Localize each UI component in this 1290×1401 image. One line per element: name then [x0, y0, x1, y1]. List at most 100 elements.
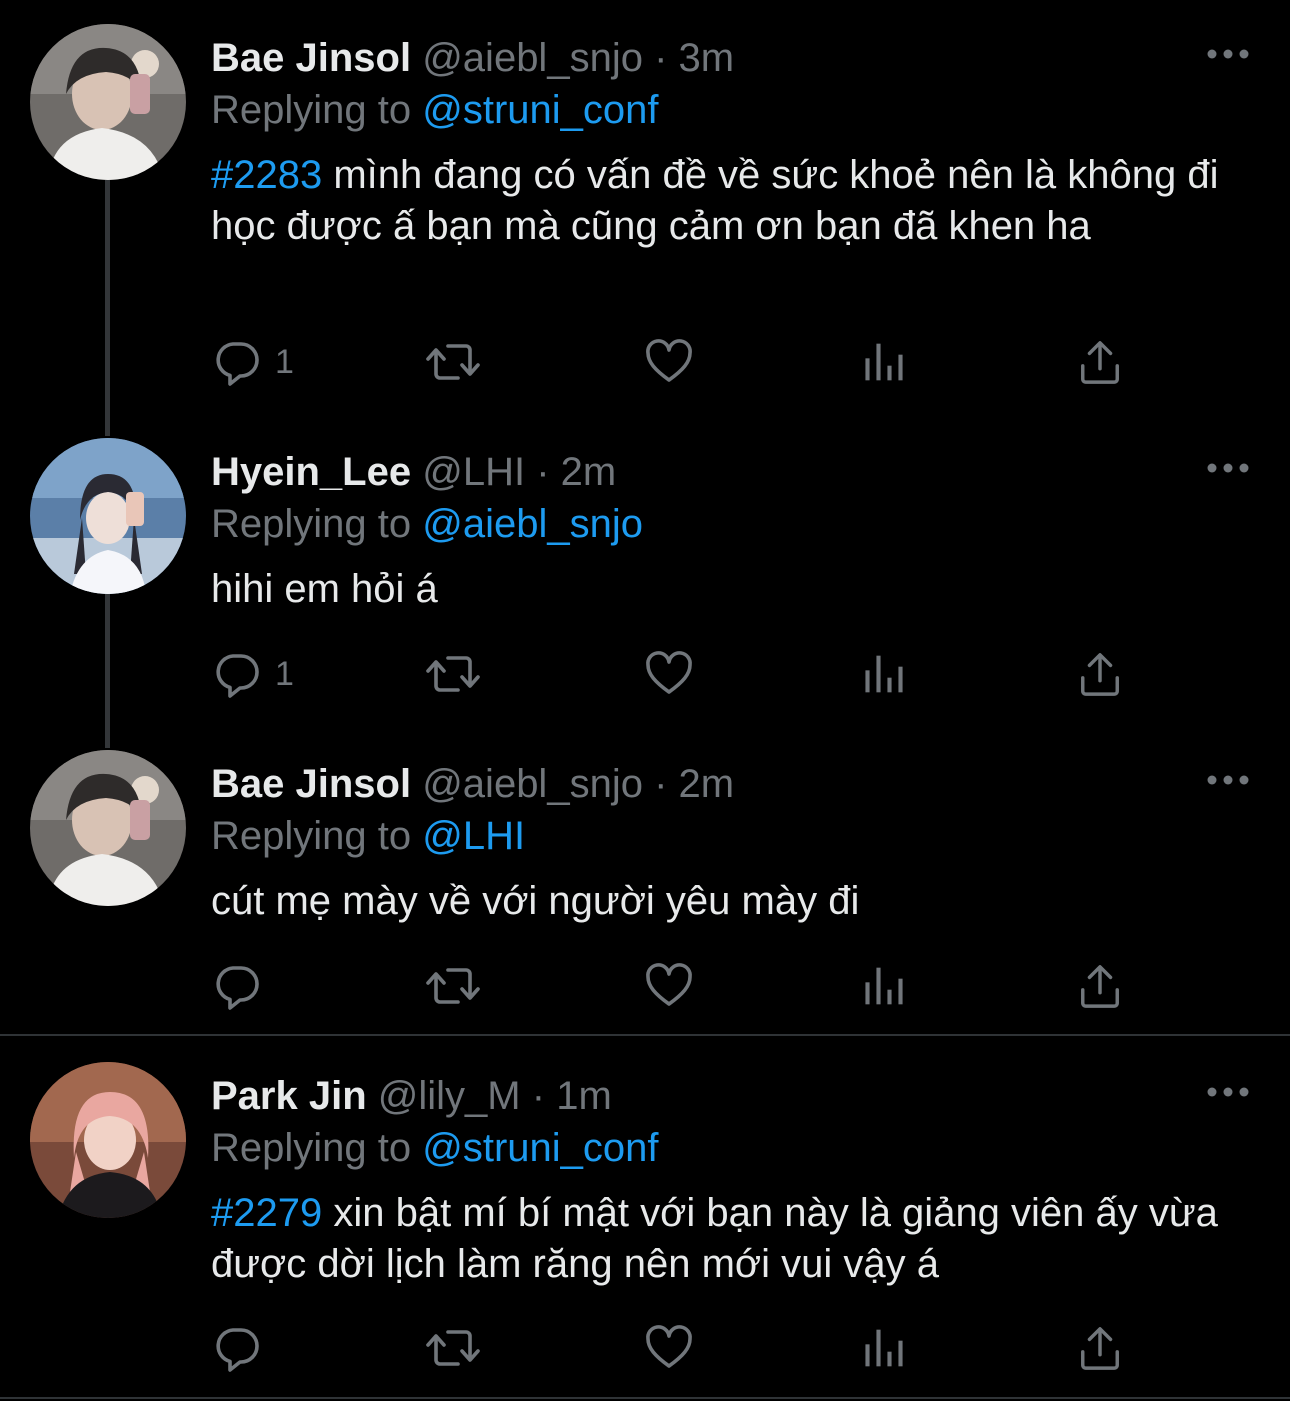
separator: ·	[536, 450, 550, 494]
like-icon	[645, 650, 693, 698]
replying-to: Replying to @struni_conf	[211, 84, 659, 136]
retweet-icon	[425, 650, 481, 698]
analytics-button[interactable]	[862, 332, 906, 392]
timestamp[interactable]: 1m	[556, 1074, 612, 1118]
display-name[interactable]: Bae Jinsol	[211, 762, 411, 806]
retweet-icon	[425, 338, 481, 386]
retweet-button[interactable]	[425, 644, 481, 704]
timestamp[interactable]: 3m	[679, 36, 735, 80]
analytics-icon	[862, 962, 906, 1010]
avatar[interactable]	[30, 1062, 186, 1218]
avatar[interactable]	[30, 438, 186, 594]
replying-to: Replying to @struni_conf	[211, 1122, 659, 1174]
tweet[interactable]: Bae Jinsol @aiebl_snjo · 3m Replying to …	[0, 24, 1290, 404]
avatar[interactable]	[30, 24, 186, 180]
hashtag-link[interactable]: #2283	[211, 153, 322, 197]
action-bar: 1	[0, 332, 1290, 392]
analytics-button[interactable]	[862, 1318, 906, 1378]
action-bar	[0, 1318, 1290, 1378]
display-name[interactable]: Hyein_Lee	[211, 450, 411, 494]
retweet-button[interactable]	[425, 332, 481, 392]
retweet-button[interactable]	[425, 1318, 481, 1378]
user-handle[interactable]: @aiebl_snjo	[422, 36, 643, 80]
tweet-header: Bae Jinsol @aiebl_snjo · 2m	[211, 758, 734, 810]
user-handle[interactable]: @lily_M	[378, 1074, 521, 1118]
more-icon[interactable]	[1206, 460, 1250, 476]
separator: ·	[531, 1074, 546, 1118]
action-bar	[0, 956, 1290, 1016]
share-icon	[1077, 650, 1123, 698]
more-icon[interactable]	[1206, 1084, 1250, 1100]
replying-to-label: Replying to	[211, 88, 412, 132]
like-button[interactable]	[645, 644, 693, 704]
share-icon	[1077, 962, 1123, 1010]
share-button[interactable]	[1077, 956, 1123, 1016]
tweet-header: Bae Jinsol @aiebl_snjo · 3m	[211, 32, 734, 84]
separator: ·	[654, 36, 668, 80]
reply-button[interactable]	[213, 956, 275, 1016]
mention-link[interactable]: @aiebl_snjo	[422, 502, 643, 546]
mention-link[interactable]: @LHI	[422, 814, 525, 858]
tweet-header: Hyein_Lee @LHI · 2m	[211, 446, 616, 498]
tweet-text: #2279 xin bật mí bí mật với bạn này là g…	[211, 1188, 1261, 1290]
reply-icon	[213, 962, 261, 1010]
tweet[interactable]: Bae Jinsol @aiebl_snjo · 2m Replying to …	[0, 750, 1290, 1030]
user-handle[interactable]: @aiebl_snjo	[422, 762, 643, 806]
share-button[interactable]	[1077, 644, 1123, 704]
replying-to-label: Replying to	[211, 814, 412, 858]
tweet-text-body: xin bật mí bí mật với bạn này là giảng v…	[211, 1191, 1218, 1286]
share-button[interactable]	[1077, 332, 1123, 392]
display-name[interactable]: Bae Jinsol	[211, 36, 411, 80]
like-icon	[645, 962, 693, 1010]
reply-icon	[213, 650, 261, 698]
hashtag-link[interactable]: #2279	[211, 1191, 322, 1235]
mention-link[interactable]: @struni_conf	[422, 1126, 658, 1170]
action-bar: 1	[0, 644, 1290, 704]
like-icon	[645, 1324, 693, 1372]
like-button[interactable]	[645, 956, 693, 1016]
share-icon	[1077, 338, 1123, 386]
tweet-text: #2283 mình đang có vấn đề về sức khoẻ nê…	[211, 150, 1261, 252]
retweet-button[interactable]	[425, 956, 481, 1016]
tweet-text: hihi em hỏi á	[211, 564, 1261, 615]
analytics-icon	[862, 650, 906, 698]
analytics-button[interactable]	[862, 956, 906, 1016]
user-handle[interactable]: @LHI	[422, 450, 525, 494]
more-icon[interactable]	[1206, 772, 1250, 788]
tweet-text-body: mình đang có vấn đề về sức khoẻ nên là k…	[211, 153, 1219, 248]
divider	[0, 1034, 1290, 1036]
analytics-button[interactable]	[862, 644, 906, 704]
tweet-text: cút mẹ mày về với người yêu mày đi	[211, 876, 1261, 927]
reply-count: 1	[275, 343, 294, 381]
like-button[interactable]	[645, 332, 693, 392]
tweet-text-body: cút mẹ mày về với người yêu mày đi	[211, 879, 860, 923]
reply-icon	[213, 1324, 261, 1372]
reply-button[interactable]: 1	[213, 644, 294, 704]
reply-button[interactable]	[213, 1318, 275, 1378]
tweet-text-body: hihi em hỏi á	[211, 567, 438, 611]
avatar[interactable]	[30, 750, 186, 906]
like-button[interactable]	[645, 1318, 693, 1378]
retweet-icon	[425, 1324, 481, 1372]
share-icon	[1077, 1324, 1123, 1372]
analytics-icon	[862, 1324, 906, 1372]
analytics-icon	[862, 338, 906, 386]
timestamp[interactable]: 2m	[561, 450, 617, 494]
retweet-icon	[425, 962, 481, 1010]
like-icon	[645, 338, 693, 386]
reply-button[interactable]: 1	[213, 332, 294, 392]
display-name[interactable]: Park Jin	[211, 1074, 367, 1118]
replying-to-label: Replying to	[211, 1126, 412, 1170]
more-icon[interactable]	[1206, 46, 1250, 62]
timestamp[interactable]: 2m	[679, 762, 735, 806]
tweet[interactable]: Park Jin @lily_M · 1m Replying to @strun…	[0, 1062, 1290, 1392]
replying-to-label: Replying to	[211, 502, 412, 546]
share-button[interactable]	[1077, 1318, 1123, 1378]
reply-icon	[213, 338, 261, 386]
reply-count: 1	[275, 655, 294, 693]
mention-link[interactable]: @struni_conf	[422, 88, 658, 132]
tweet[interactable]: Hyein_Lee @LHI · 2m Replying to @aiebl_s…	[0, 438, 1290, 718]
tweet-header: Park Jin @lily_M · 1m	[211, 1070, 612, 1122]
separator: ·	[654, 762, 668, 806]
replying-to: Replying to @LHI	[211, 810, 525, 862]
